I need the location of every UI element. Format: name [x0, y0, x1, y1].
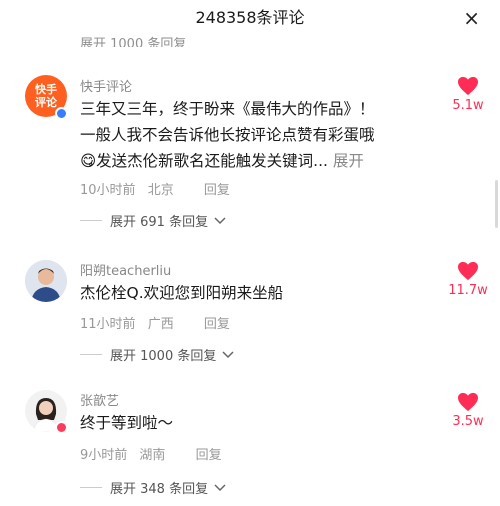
chevron-down-icon: [214, 216, 226, 224]
comment-text[interactable]: 三年又三年，终于盼来《最伟大的作品》！ 一般人我不会告诉他长按评论点赞有彩蛋哦 …: [80, 96, 425, 174]
timestamp: 9小时前: [80, 448, 128, 463]
comment-text-line: 杰伦栓Q.欢迎您到阳朔来坐船: [80, 284, 284, 302]
heart-icon: [458, 392, 478, 412]
avatar[interactable]: [25, 260, 67, 302]
heart-icon: [458, 261, 478, 281]
like-count: 5.1w: [452, 98, 484, 113]
like-button[interactable]: 3.5w: [448, 392, 488, 429]
comment-text-line: 一般人我不会告诉他长按评论点赞有彩蛋哦: [80, 126, 375, 144]
expand-replies-label: 展开 348 条回复: [110, 482, 209, 497]
like-button[interactable]: 11.7w: [448, 261, 488, 298]
expand-replies-label: 展开 691 条回复: [110, 215, 209, 230]
verified-badge-icon: [55, 107, 68, 120]
expand-text-link[interactable]: 展开: [333, 152, 364, 170]
comment-text-line: 终于等到啦～: [80, 414, 174, 432]
divider-line: [80, 220, 102, 221]
user-photo-icon: [25, 260, 67, 302]
comment-text-line: 发送杰伦新歌名还能触发关键词...: [96, 152, 328, 170]
timestamp: 10小时前: [80, 183, 136, 198]
heart-icon: [458, 76, 478, 96]
comment-text[interactable]: 终于等到啦～: [80, 410, 425, 436]
previous-expand-label: 展开 1000 条回复: [80, 37, 187, 47]
divider-line: [80, 487, 102, 488]
comments-header: 248358条评论: [0, 0, 500, 36]
scrollbar[interactable]: [495, 180, 498, 228]
username[interactable]: 张歆艺: [80, 390, 119, 409]
expand-replies-button[interactable]: 展开 348 条回复: [80, 478, 226, 497]
divider-line: [80, 354, 102, 355]
comment-meta: 11小时前 广西 回复: [80, 313, 238, 332]
comment-text[interactable]: 杰伦栓Q.欢迎您到阳朔来坐船: [80, 280, 425, 306]
reply-button[interactable]: 回复: [204, 183, 230, 198]
reply-button[interactable]: 回复: [204, 317, 230, 332]
like-button[interactable]: 5.1w: [448, 76, 488, 113]
chevron-down-icon: [222, 350, 234, 358]
avatar-text-line-2: 评论: [35, 96, 57, 109]
location: 北京: [147, 183, 174, 198]
comment-text-line: 三年又三年，终于盼来《最伟大的作品》！: [80, 100, 375, 118]
comment-meta: 9小时前 湖南 回复: [80, 444, 230, 463]
expand-replies-button[interactable]: 展开 1000 条回复: [80, 345, 234, 364]
verified-badge-icon: [55, 421, 68, 434]
close-icon: ×: [463, 6, 480, 30]
close-button[interactable]: ×: [463, 0, 480, 36]
location: 广西: [147, 317, 174, 332]
comment-count-title: 248358条评论: [195, 8, 305, 27]
expand-replies-button[interactable]: 展开 691 条回复: [80, 211, 226, 230]
comment-meta: 10小时前 北京 回复: [80, 179, 238, 198]
previous-expand-replies[interactable]: 展开 1000 条回复: [80, 33, 186, 47]
reply-button[interactable]: 回复: [196, 448, 222, 463]
like-count: 11.7w: [448, 283, 488, 298]
username[interactable]: 快手评论: [80, 76, 132, 95]
avatar-text-line-1: 快手: [35, 83, 57, 96]
timestamp: 11小时前: [80, 317, 136, 332]
location: 湖南: [139, 448, 166, 463]
smirk-emoji-icon: 😋: [80, 152, 97, 170]
expand-replies-label: 展开 1000 条回复: [110, 349, 217, 364]
chevron-down-icon: [214, 483, 226, 491]
like-count: 3.5w: [452, 414, 484, 429]
username[interactable]: 阳朔teacherliu: [80, 260, 171, 279]
